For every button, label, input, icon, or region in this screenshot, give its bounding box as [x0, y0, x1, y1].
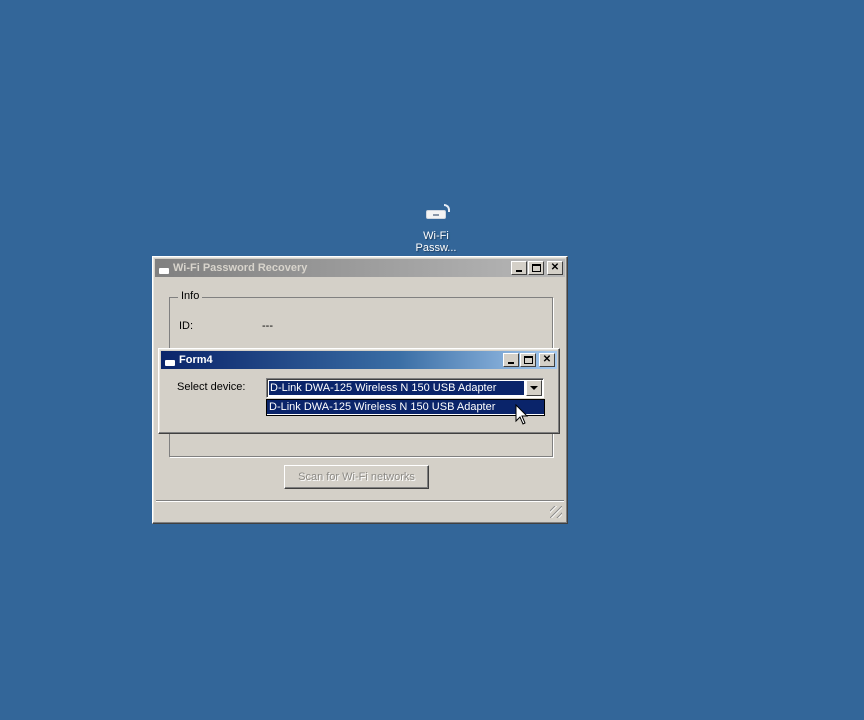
status-bar [156, 500, 564, 520]
main-window-title: Wi-Fi Password Recovery [173, 262, 308, 274]
id-value: --- [262, 320, 273, 332]
device-select[interactable]: D-Link DWA-125 Wireless N 150 USB Adapte… [266, 378, 544, 398]
device-dropdown-list: D-Link DWA-125 Wireless N 150 USB Adapte… [266, 399, 545, 416]
device-select-value: D-Link DWA-125 Wireless N 150 USB Adapte… [269, 381, 524, 395]
chevron-down-icon [530, 386, 538, 390]
desktop-icon-wifi-password[interactable]: Wi-Fi Passw... [405, 202, 467, 254]
maximize-icon [523, 356, 533, 364]
scan-button-label: Scan for Wi-Fi networks [298, 471, 415, 483]
dropdown-button[interactable] [526, 380, 542, 396]
app-icon [159, 268, 169, 274]
maximize-icon [531, 264, 541, 272]
minimize-button[interactable] [503, 353, 519, 367]
mouse-cursor-icon [515, 404, 529, 425]
close-button[interactable]: ✕ [547, 261, 563, 275]
id-label: ID: [179, 320, 194, 332]
minimize-icon [516, 270, 522, 272]
wifi-adapter-icon [418, 202, 454, 228]
select-device-label: Select device: [177, 381, 246, 393]
main-window-titlebar[interactable]: Wi-Fi Password Recovery ✕ [155, 259, 565, 277]
dropdown-option[interactable]: D-Link DWA-125 Wireless N 150 USB Adapte… [267, 400, 544, 414]
minimize-button[interactable] [511, 261, 527, 275]
close-icon: ✕ [550, 262, 560, 273]
info-legend: Info [178, 290, 203, 302]
desktop-icon-label: Wi-Fi Passw... [415, 230, 457, 254]
form4-title: Form4 [179, 354, 213, 366]
resize-grip-icon[interactable] [550, 506, 562, 518]
maximize-button[interactable] [528, 261, 544, 275]
form4-titlebar[interactable]: Form4 ✕ [161, 351, 557, 369]
app-icon [165, 360, 175, 366]
close-button[interactable]: ✕ [539, 353, 555, 367]
minimize-icon [508, 362, 514, 364]
form4-window: Form4 ✕ Select device: D-Link DWA-125 Wi… [158, 348, 560, 434]
scan-button[interactable]: Scan for Wi-Fi networks [284, 465, 429, 489]
close-icon: ✕ [542, 354, 552, 365]
maximize-button[interactable] [520, 353, 536, 367]
